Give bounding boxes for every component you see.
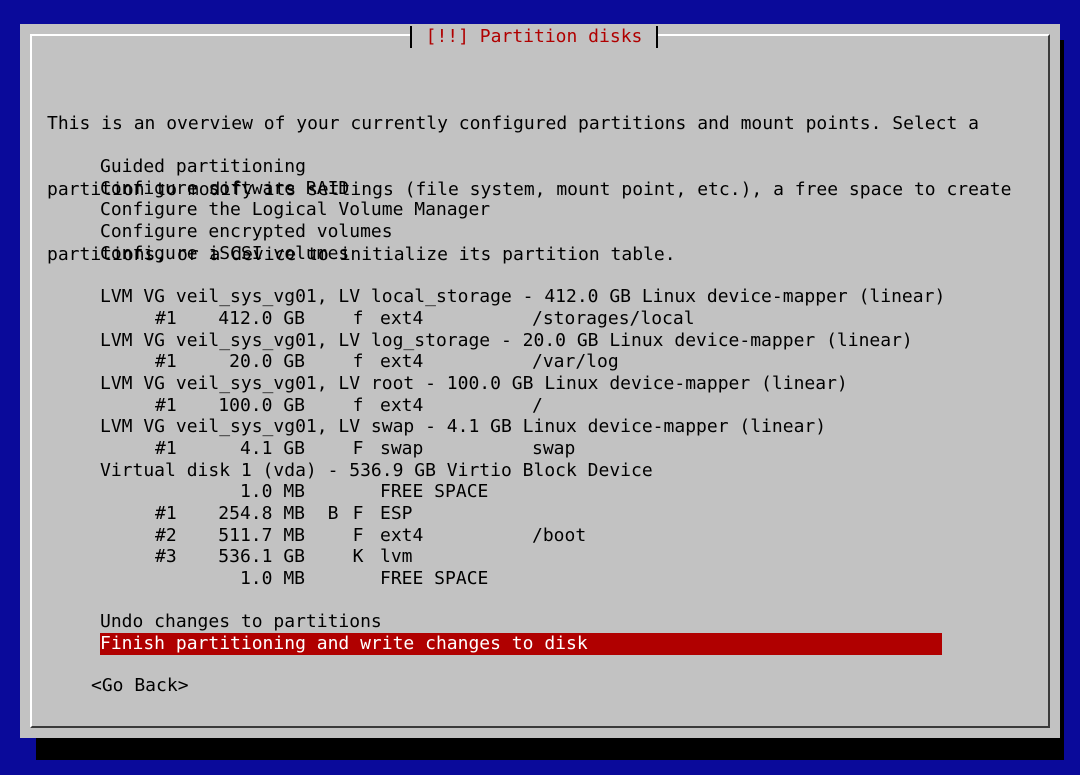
- partition-size: 1.0 MB: [239, 481, 305, 503]
- partition-filesystem: swap: [380, 437, 424, 459]
- partition-row[interactable]: #2 511.7 MB Fext4/boot: [100, 525, 942, 547]
- partition-size: 412.0 GB: [218, 307, 305, 329]
- partition-number: #1: [155, 351, 177, 373]
- partition-row[interactable]: #1 4.1 GB Fswap swap: [100, 438, 942, 460]
- partition-format-flag: [348, 568, 368, 590]
- partition-number: [155, 568, 200, 590]
- partition-size: 4.1 GB: [239, 437, 305, 459]
- go-back-button[interactable]: <Go Back>: [91, 675, 189, 697]
- partition-row[interactable]: 1.0 MB FREE SPACE: [100, 481, 942, 503]
- partition-filesystem: ext4: [380, 394, 424, 416]
- partition-menu: Guided partitioning Configure software RA…: [100, 156, 945, 655]
- partition-size: 20.0 GB: [229, 351, 305, 373]
- partition-boot-flag: [318, 481, 348, 503]
- partition-number: #1: [155, 503, 177, 524]
- menu-item-action[interactable]: Configure the Logical Volume Manager: [100, 199, 942, 221]
- menu-spacer: [100, 590, 942, 612]
- partition-indent: [100, 395, 155, 417]
- partition-filesystem: lvm: [380, 546, 413, 568]
- partition-number: #1: [155, 394, 177, 416]
- partition-filesystem: ext4: [380, 351, 424, 373]
- partition-row[interactable]: #1 20.0 GB f ext4/var/log: [100, 351, 942, 373]
- partition-boot-flag: [318, 395, 348, 417]
- menu-item-action[interactable]: Configure software RAID: [100, 178, 942, 200]
- menu-item-action[interactable]: Guided partitioning: [100, 156, 942, 178]
- device-row[interactable]: LVM VG veil_sys_vg01, LV local_storage -…: [100, 286, 945, 308]
- partition-size: 254.8 MB: [218, 503, 305, 524]
- partition-indent: [100, 438, 155, 460]
- partition-boot-flag: B: [327, 503, 339, 524]
- device-row[interactable]: LVM VG veil_sys_vg01, LV log_storage - 2…: [100, 330, 942, 352]
- partition-boot-flag: [318, 568, 348, 590]
- partition-number: #1: [155, 307, 177, 329]
- partition-filesystem: ESP: [380, 503, 413, 524]
- title-right-bar: [656, 26, 658, 48]
- partition-row[interactable]: 1.0 MB FREE SPACE: [100, 568, 942, 590]
- partition-size: 536.1 GB: [218, 546, 305, 568]
- partition-format-flag: K: [352, 546, 364, 568]
- partition-row[interactable]: #1 412.0 GB f ext4/storages/local: [100, 308, 942, 330]
- partition-number: #1: [155, 437, 177, 459]
- partition-indent: [100, 503, 155, 525]
- partition-row[interactable]: #1 254.8 MB B F ESP: [100, 503, 942, 525]
- partition-size: 100.0 GB: [218, 394, 305, 416]
- partition-indent: [100, 351, 155, 373]
- partition-format-flag: F: [352, 524, 364, 546]
- intro-line: This is an overview of your currently co…: [47, 113, 979, 135]
- device-row[interactable]: LVM VG veil_sys_vg01, LV root - 100.0 GB…: [100, 373, 942, 395]
- partition-format-flag: f: [352, 307, 364, 329]
- device-row[interactable]: LVM VG veil_sys_vg01, LV swap - 4.1 GB L…: [100, 416, 942, 438]
- partition-format-flag: F: [352, 437, 364, 459]
- partition-filesystem: FREE SPACE: [380, 568, 489, 590]
- partition-size: 1.0 MB: [239, 568, 305, 590]
- partition-indent: [100, 308, 155, 330]
- partition-filesystem: ext4: [380, 524, 424, 546]
- partition-number: [155, 481, 200, 503]
- partition-indent: [100, 525, 155, 547]
- partition-mount-point: /var/log: [532, 351, 619, 373]
- partition-indent: [100, 546, 155, 568]
- partition-format-flag: f: [352, 394, 364, 416]
- partition-format-flag: f: [352, 351, 364, 373]
- partition-filesystem: FREE SPACE: [380, 481, 489, 503]
- partition-disks-dialog: [!!] Partition disks This is an overview…: [20, 24, 1060, 738]
- partition-mount-point: /boot: [532, 524, 587, 546]
- partition-number: #3: [155, 546, 177, 568]
- device-row[interactable]: Virtual disk 1 (vda) - 536.9 GB Virtio B…: [100, 460, 942, 482]
- partition-boot-flag: [318, 546, 348, 568]
- partition-boot-flag: [318, 308, 348, 330]
- partition-row[interactable]: #1 100.0 GB f ext4 /: [100, 395, 942, 417]
- partition-boot-flag: [318, 438, 348, 460]
- finish-partitioning-item[interactable]: Finish partitioning and write changes to…: [100, 633, 942, 655]
- menu-item-action[interactable]: Configure encrypted volumes: [100, 221, 942, 243]
- dialog-title-text: [!!] Partition disks: [425, 26, 643, 47]
- partition-indent: [100, 568, 155, 590]
- partition-mount-point: /: [532, 394, 543, 416]
- partition-size: 511.7 MB: [218, 524, 305, 546]
- partition-mount-point: swap: [532, 437, 576, 459]
- partition-filesystem: ext4: [380, 307, 424, 329]
- partition-format-flag: [348, 481, 368, 503]
- menu-item-action[interactable]: Configure iSCSI volumes: [100, 243, 942, 265]
- partition-format-flag: F: [352, 503, 364, 524]
- partition-number: #2: [155, 524, 177, 546]
- menu-spacer: [100, 264, 942, 286]
- undo-changes-item[interactable]: Undo changes to partitions: [100, 611, 942, 633]
- partition-row[interactable]: #3 536.1 GB Klvm: [100, 546, 942, 568]
- dialog-title: [!!] Partition disks: [410, 26, 658, 48]
- partition-boot-flag: [318, 351, 348, 373]
- partition-mount-point: /storages/local: [532, 307, 695, 329]
- partition-boot-flag: [318, 525, 348, 547]
- partition-indent: [100, 481, 155, 503]
- title-left-bar: [410, 26, 412, 48]
